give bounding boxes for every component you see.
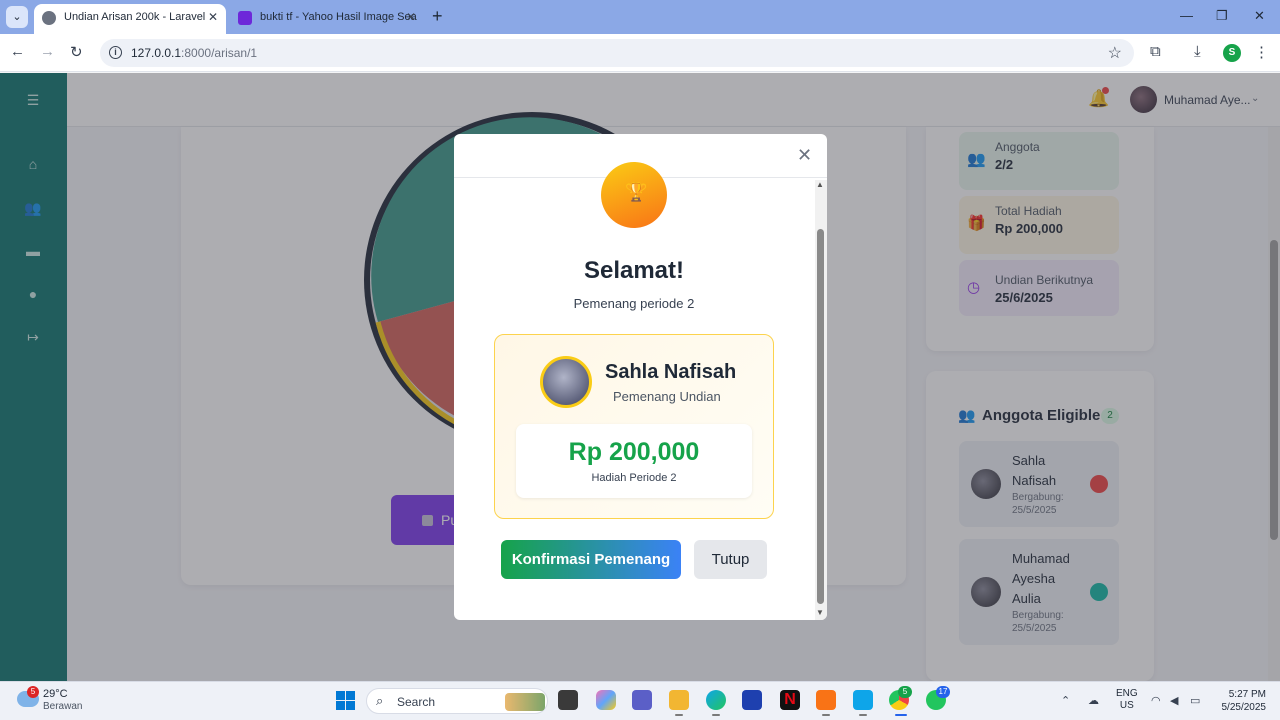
forward-icon[interactable]: → (40, 43, 55, 60)
app-running-indicator (675, 714, 683, 716)
volume-icon[interactable]: ◀ (1170, 694, 1178, 707)
close-tab-icon[interactable]: ✕ (406, 4, 416, 30)
clock-date: 5/25/2025 (1221, 702, 1267, 713)
tab-undian-arisan[interactable]: Undian Arisan 200k - Laravel ✕ (34, 4, 226, 34)
modal-scrollbar-thumb[interactable] (817, 229, 824, 604)
prize-box: Rp 200,000 Hadiah Periode 2 (516, 424, 752, 498)
avatar (540, 356, 592, 408)
edge-icon[interactable] (706, 690, 726, 710)
battery-icon[interactable]: ▭ (1190, 694, 1200, 707)
app-active-indicator (895, 714, 907, 716)
weather-description[interactable]: Berawan (43, 701, 82, 712)
scroll-down-icon[interactable]: ▼ (816, 608, 824, 617)
restore-icon[interactable]: ❐ (1216, 8, 1228, 24)
search-placeholder: Search (397, 695, 436, 709)
url-path: :8000/arisan/1 (181, 46, 258, 60)
teams-icon[interactable] (632, 690, 652, 710)
confirm-winner-button[interactable]: Konfirmasi Pemenang (501, 540, 681, 579)
globe-favicon-icon (42, 11, 56, 25)
modal-title: Selamat! (583, 257, 685, 284)
url-host: 127.0.0.1 (131, 46, 182, 60)
search-highlight-image (505, 693, 545, 711)
language-indicator[interactable]: ENG US (1116, 688, 1138, 712)
trophy-icon: 🏆 (601, 162, 667, 228)
back-icon[interactable]: ← (10, 43, 25, 60)
modal-subtitle: Pemenang periode 2 (573, 296, 695, 311)
wifi-icon[interactable]: ◠ (1151, 694, 1161, 707)
search-icon: ⌕ (376, 693, 384, 708)
winner-modal: ✕ 🏆 Selamat! Pemenang periode 2 Sahla Na… (454, 134, 827, 620)
prize-label: Hadiah Periode 2 (591, 472, 677, 484)
lang-bottom: US (1119, 700, 1134, 711)
close-icon[interactable]: ✕ (797, 145, 812, 166)
download-icon[interactable]: ⤓ (1194, 43, 1201, 60)
reload-icon[interactable]: ↻ (70, 43, 83, 61)
winner-name: Sahla Nafisah (605, 361, 737, 383)
site-info-icon[interactable]: i (109, 46, 122, 59)
url-text: 127.0.0.1:8000/arisan/1 (131, 46, 257, 60)
close-tab-icon[interactable]: ✕ (208, 4, 218, 30)
tab-search-button[interactable]: ⌄ (6, 6, 28, 28)
app-running-indicator (822, 714, 830, 716)
windows-start-icon[interactable] (336, 691, 355, 710)
file-explorer-icon[interactable] (669, 690, 689, 710)
onedrive-icon[interactable]: ☁ (1088, 694, 1099, 707)
close-button[interactable]: Tutup (694, 540, 767, 579)
browser-tabbar: ⌄ Undian Arisan 200k - Laravel ✕ bukti t… (0, 0, 1280, 34)
whatsapp-badge: 17 (936, 686, 950, 698)
netflix-icon[interactable]: N (780, 690, 800, 710)
tab-yahoo-image[interactable]: bukti tf - Yahoo Hasil Image Sea ✕ (230, 4, 424, 34)
taskbar-clock[interactable]: 5:27 PM 5/25/2025 (1214, 688, 1267, 714)
store-icon[interactable] (742, 690, 762, 710)
weather-badge: 5 (27, 686, 39, 698)
vscode-icon[interactable] (853, 690, 873, 710)
task-view-icon[interactable] (558, 690, 578, 710)
new-tab-icon[interactable]: + (432, 6, 443, 27)
app-running-indicator (859, 714, 867, 716)
chrome-profile-badge: 5 (898, 686, 912, 698)
app-running-indicator (712, 714, 720, 716)
minimize-icon[interactable]: — (1180, 8, 1193, 23)
tab-title: bukti tf - Yahoo Hasil Image Sea (260, 11, 417, 23)
clock-time: 5:27 PM (1228, 689, 1266, 700)
menu-kebab-icon[interactable]: ⋮ (1254, 43, 1269, 61)
close-window-icon[interactable]: ✕ (1254, 8, 1265, 24)
cup-glyph: 🏆 (625, 182, 648, 202)
yahoo-favicon-icon (238, 11, 252, 25)
xampp-icon[interactable] (816, 690, 836, 710)
prize-amount: Rp 200,000 (568, 438, 700, 466)
profile-avatar[interactable]: S (1223, 44, 1241, 62)
copilot-icon[interactable] (596, 690, 616, 710)
extensions-icon[interactable]: ⧉ (1150, 43, 1161, 60)
tab-title: Undian Arisan 200k - Laravel (64, 11, 206, 23)
winner-role: Pemenang Undian (613, 389, 721, 404)
scroll-up-icon[interactable]: ▲ (816, 180, 824, 189)
chevron-up-icon[interactable]: ⌃ (1061, 694, 1070, 707)
bookmark-star-icon[interactable]: ☆ (1108, 43, 1122, 63)
lang-top: ENG (1116, 688, 1138, 699)
winner-card: Sahla Nafisah Pemenang Undian Rp 200,000… (494, 334, 774, 519)
taskbar-search[interactable]: ⌕ Search (366, 688, 548, 714)
weather-temperature[interactable]: 29°C (43, 688, 68, 700)
